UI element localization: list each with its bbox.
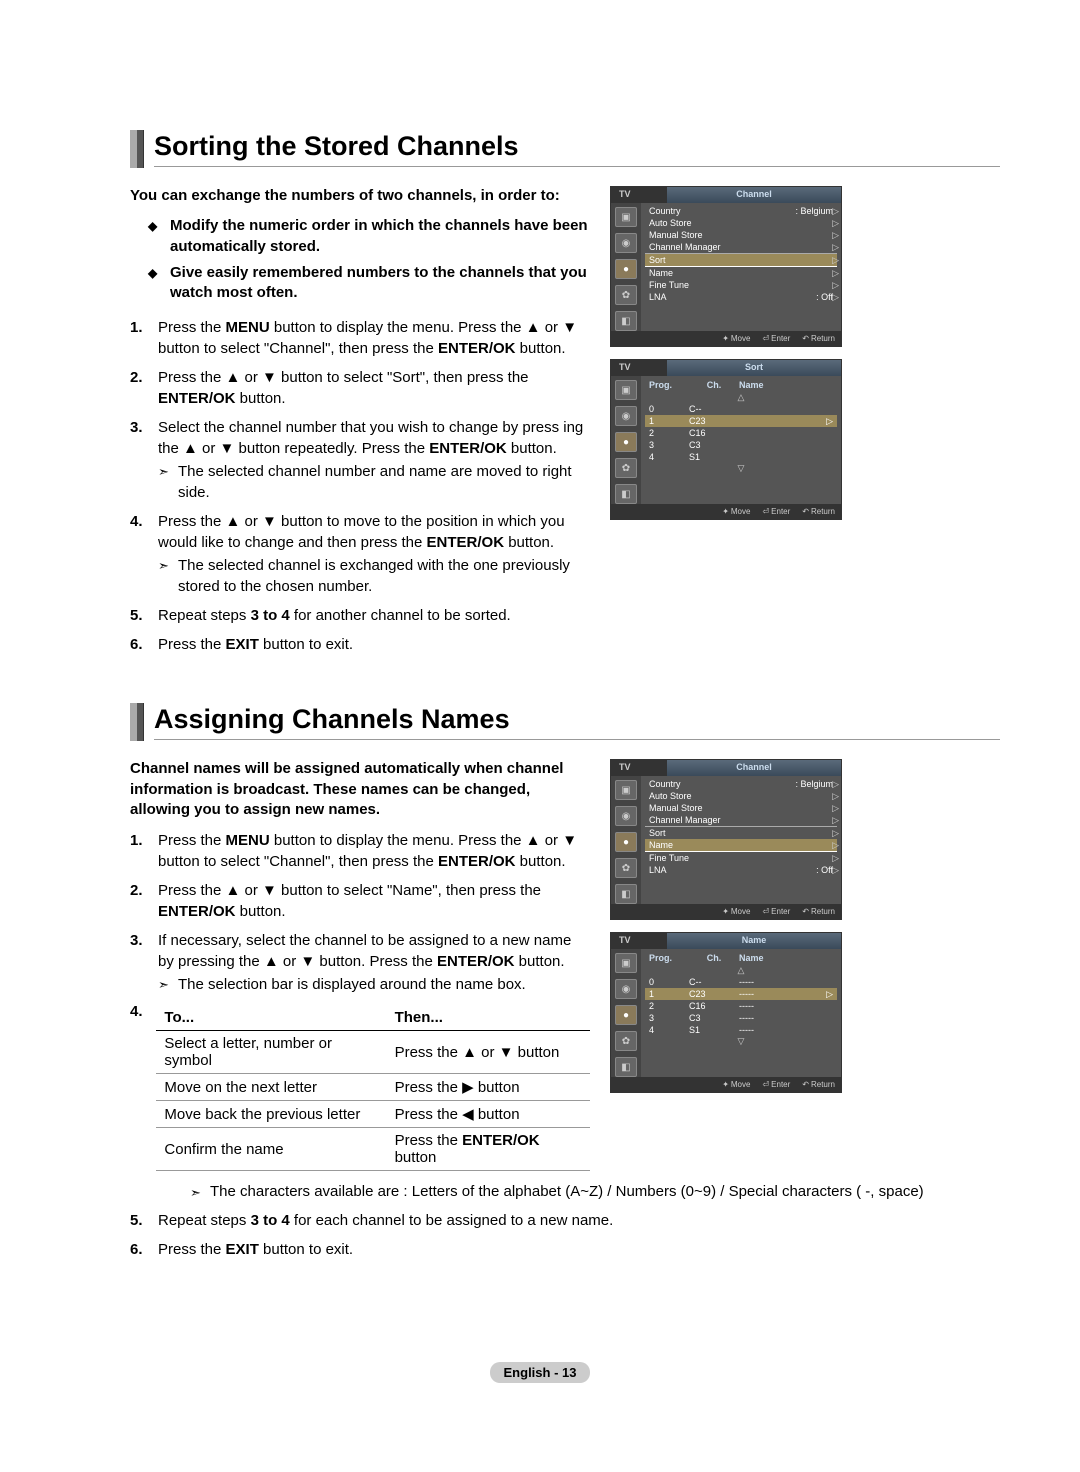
sorting-text-col: You can exchange the numbers of two chan… [130,186,590,663]
tv-menu-row: LNA: Off▷ [645,291,837,303]
tv-sort-row: 4S1 [645,451,837,463]
assigning-steps-after: 5.Repeat steps 3 to 4 for each channel t… [130,1210,1000,1260]
tv-menu-row: Manual Store▷ [645,802,837,814]
tv-icon-setup: ✿ [615,285,637,305]
tv-sort-row: 0C------- [645,976,837,988]
tv-sort-row: 2C16----- [645,1000,837,1012]
step-item: 5.Repeat steps 3 to 4 for another channe… [130,605,590,626]
tv-menu-row: Name▷ [645,839,837,852]
tv-sort-table: Prog.Ch.Name △ 0C--1C232C163C34S1 ▽ [641,376,841,504]
tv-icon-picture: ▣ [615,207,637,227]
tv-footer-move: Move [722,334,750,343]
tv-menu-sort-list: TVSort ▣ ◉ ● ✿ ◧ Prog.Ch.Name △ 0C--1C [610,359,842,520]
sorting-steps: 1.Press the MENU button to display the m… [130,317,590,655]
step-item: 1.Press the MENU button to display the m… [130,830,590,872]
tv-menu-row: Channel Manager▷ [645,241,837,254]
tv-footer-return: Return [802,334,835,343]
tv-menu-row: Sort▷ [645,827,837,839]
tv-menu-row: Auto Store▷ [645,217,837,229]
tv-label: TV [611,187,667,203]
page-number: English - 13 [490,1362,591,1383]
tv-menu-name-list: TVName ▣ ◉ ● ✿ ◧ Prog.Ch.Name △ 0C---- [610,932,842,1093]
tv-title-channel: Channel [667,187,841,203]
tv-footer: Move Enter Return [611,331,841,346]
tv-sort-row: 3C3----- [645,1012,837,1024]
characters-note: The characters available are : Letters o… [190,1183,1000,1200]
step4-num: 4. [130,1003,156,1177]
to-then-table: To...Then... Select a letter, number or … [156,1005,590,1171]
assigning-text-col: Channel names will be assigned automatic… [130,759,590,1177]
step-item: 4.Press the ▲ or ▼ button to move to the… [130,511,590,597]
tv-menu-channel-sort: TVChannel ▣ ◉ ● ✿ ◧ Country: Belgium▷Aut… [610,186,842,347]
page: Sorting the Stored Channels You can exch… [0,0,1080,1472]
step-item: 3.If necessary, select the channel to be… [130,930,590,995]
table-row: Confirm the namePress the ENTER/OK butto… [156,1128,590,1171]
heading-assigning: Assigning Channels Names [154,704,1000,740]
tv-sort-row: 4S1----- [645,1024,837,1036]
table-row: Select a letter, number or symbolPress t… [156,1031,590,1074]
sorting-bullet-1: Modify the numeric order in which the ch… [170,216,590,257]
tv-menu-row: Channel Manager▷ [645,814,837,827]
assigning-screens-col: TVChannel ▣ ◉ ● ✿ ◧ Country: Belgium▷Aut… [610,759,850,1177]
tv-menu-row: LNA: Off▷ [645,864,837,876]
tv-sort-row: 1C23----- [645,988,837,1000]
tv-menu-row: Auto Store▷ [645,790,837,802]
tv-sidebar-icons: ▣ ◉ ● ✿ ◧ [611,203,641,331]
step-item: 6.Press the EXIT button to exit. [130,634,590,655]
table-row: Move back the previous letterPress the ◀… [156,1101,590,1128]
tv-sort-row: 3C3 [645,439,837,451]
page-footer: English - 13 [0,1364,1080,1382]
tv-menu-row: Fine Tune▷ [645,852,837,864]
assigning-steps: 1.Press the MENU button to display the m… [130,830,590,995]
tv-icon-input: ◧ [615,311,637,331]
tv-menu-row: Fine Tune▷ [645,279,837,291]
table-head-then: Then... [387,1005,590,1031]
tv-menu-channel-name: TVChannel ▣ ◉ ● ✿ ◧ Country: Belgium▷Aut… [610,759,842,920]
tv-menu-row: Manual Store▷ [645,229,837,241]
section-assigning: Assigning Channels Names Channel names w… [130,703,1000,1260]
sorting-bullet-2: Give easily remembered numbers to the ch… [170,263,590,304]
tv-title-sort: Sort [667,360,841,376]
step-item: 3.Select the channel number that you wis… [130,417,590,503]
up-triangle-icon: △ [645,392,837,403]
sorting-screens-col: TVChannel ▣ ◉ ● ✿ ◧ Country: Belgium▷Aut… [610,186,850,663]
tv-title-name: Name [667,933,841,949]
tv-menu-row: Name▷ [645,267,837,279]
assigning-intro: Channel names will be assigned automatic… [130,759,590,820]
tv-sort-row: 0C-- [645,403,837,415]
step-item: 5.Repeat steps 3 to 4 for each channel t… [130,1210,1000,1231]
table-head-to: To... [156,1005,386,1031]
tv-menu-row: Sort▷ [645,254,837,267]
sorting-intro: You can exchange the numbers of two chan… [130,186,590,206]
tv-icon-channel: ● [615,259,637,279]
tv-footer-enter: Enter [762,334,790,343]
heading-mark-icon [130,703,144,741]
step-item: 2.Press the ▲ or ▼ button to select "Nam… [130,880,590,922]
tv-channel-list-2: Country: Belgium▷Auto Store▷Manual Store… [641,776,841,904]
heading-sorting: Sorting the Stored Channels [154,131,1000,167]
step-item: 2.Press the ▲ or ▼ button to select "Sor… [130,367,590,409]
tv-sort-row: 2C16 [645,427,837,439]
tv-menu-row: Country: Belgium▷ [645,205,837,217]
tv-menu-row: Country: Belgium▷ [645,778,837,790]
step-item: 1.Press the MENU button to display the m… [130,317,590,359]
heading-mark-icon [130,130,144,168]
step-item: 6.Press the EXIT button to exit. [130,1239,1000,1260]
table-row: Move on the next letterPress the ▶ butto… [156,1074,590,1101]
section-sorting: Sorting the Stored Channels You can exch… [130,130,1000,663]
tv-channel-list: Country: Belgium▷Auto Store▷Manual Store… [641,203,841,331]
down-triangle-icon: ▽ [645,463,837,474]
tv-name-table: Prog.Ch.Name △ 0C-------1C23-----2C16---… [641,949,841,1077]
tv-icon-sound: ◉ [615,233,637,253]
tv-sort-row: 1C23 [645,415,837,427]
